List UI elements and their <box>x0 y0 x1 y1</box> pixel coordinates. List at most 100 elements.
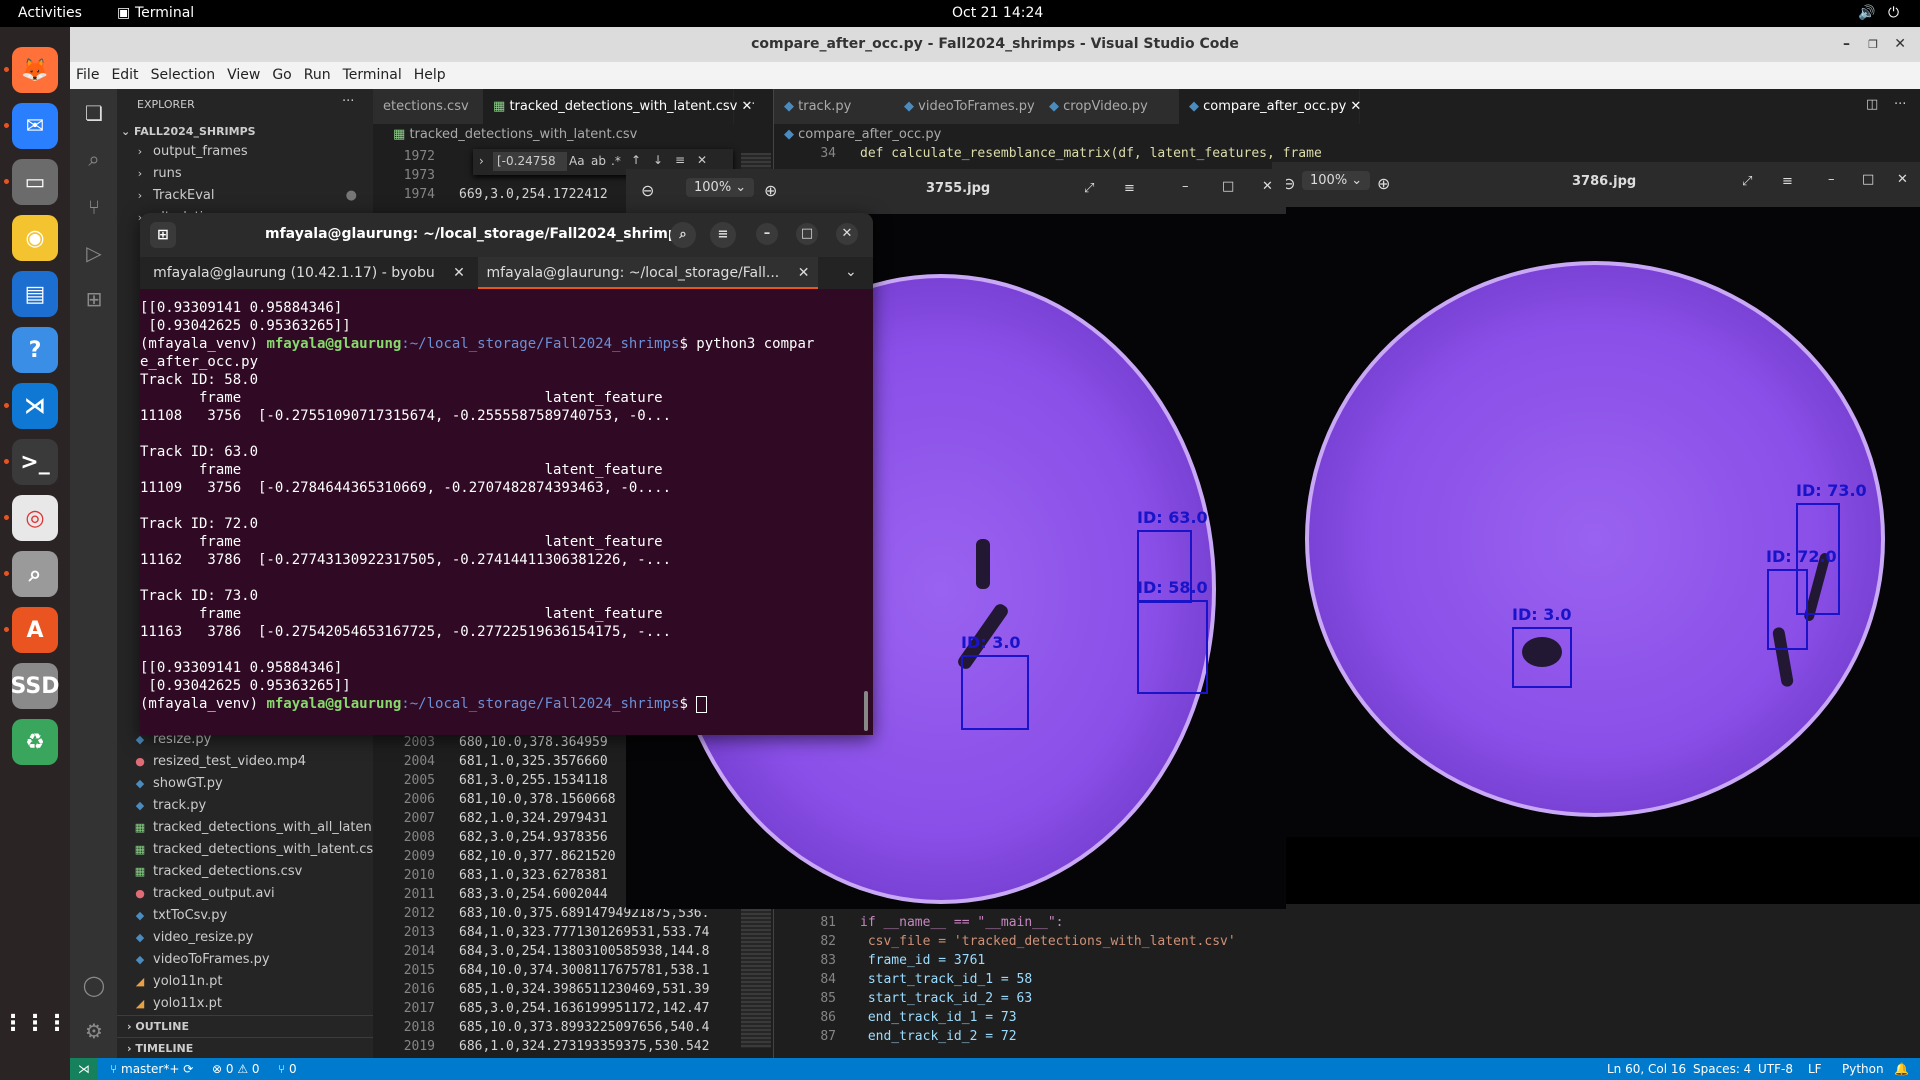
fullscreen-icon[interactable]: ⤢ <box>1084 181 1094 196</box>
explorer-icon[interactable]: ❏ <box>82 101 106 125</box>
file-item[interactable]: ▦ tracked_detections.csv <box>117 861 373 883</box>
zoom-in-icon[interactable]: ⊕ <box>1377 174 1390 193</box>
menu-icon[interactable]: ≡ <box>710 222 736 248</box>
app-grid-icon[interactable]: ⋮⋮⋮ <box>2 1000 68 1046</box>
close-tab-icon[interactable]: ✕ <box>453 265 465 281</box>
file-item[interactable]: ◆ track.py <box>117 795 373 817</box>
firefox-icon[interactable]: 🦊 <box>12 47 58 93</box>
power-icon[interactable]: ⏻ <box>1888 5 1899 21</box>
ubuntu-software-icon[interactable]: A <box>12 607 58 653</box>
scrollbar[interactable] <box>864 691 868 731</box>
folder-item[interactable]: › TrackEval ● <box>117 185 373 207</box>
clock[interactable]: Oct 21 14:24 <box>952 5 1043 21</box>
menu-icon[interactable]: ≡ <box>1782 174 1793 189</box>
terminal-icon[interactable]: >_ <box>12 439 58 485</box>
rhythmbox-icon[interactable]: ◉ <box>12 215 58 261</box>
account-icon[interactable]: ◯ <box>82 973 106 997</box>
writer-icon[interactable]: ▤ <box>12 271 58 317</box>
close-icon[interactable]: ✕ <box>836 223 858 245</box>
find-input[interactable]: [-0.24758 <box>493 152 567 171</box>
cursor-position[interactable]: Ln 60, Col 16 <box>1607 1058 1686 1080</box>
source-control-icon[interactable]: ⑂ <box>82 195 106 219</box>
file-item[interactable]: ● resized_test_video.mp4 <box>117 751 373 773</box>
terminal-tab-1[interactable]: mfayala@glaurung (10.42.1.17) - byobu ✕ <box>140 257 478 289</box>
previous-match-icon[interactable]: ↑ <box>631 153 641 167</box>
terminal-output[interactable]: [[0.93309141 0.95884346] [0.93042625 0.9… <box>140 299 860 735</box>
file-item[interactable]: ◆ video_resize.py <box>117 927 373 949</box>
file-item[interactable]: ◢ yolo11n.pt <box>117 971 373 993</box>
file-item[interactable]: ◆ videoToFrames.py <box>117 949 373 971</box>
volume-icon[interactable]: 🔊 <box>1858 5 1875 21</box>
activities-button[interactable]: Activities <box>18 5 82 21</box>
toggle-replace-icon[interactable]: › <box>479 154 484 168</box>
file-item[interactable]: ● tracked_output.avi <box>117 883 373 905</box>
file-item[interactable]: ◢ yolo11x.pt <box>117 993 373 1015</box>
search-icon[interactable]: ⌕ <box>670 222 696 248</box>
project-root[interactable]: ⌄ FALL2024_SHRIMPS <box>121 125 256 138</box>
whole-word-icon[interactable]: ab <box>591 154 606 168</box>
breadcrumb[interactable]: ◆ compare_after_occ.py <box>784 127 941 142</box>
minimize-icon[interactable]: – <box>1843 27 1850 62</box>
menu-selection[interactable]: Selection <box>151 62 216 89</box>
extensions-icon[interactable]: ⊞ <box>82 287 106 311</box>
tab-videotoframes-py[interactable]: ◆ videoToFrames.py <box>894 89 1040 124</box>
menu-go[interactable]: Go <box>272 62 291 89</box>
tab-tracked-detections-with-latent[interactable]: ▦ tracked_detections_with_latent.csv ✕ <box>483 89 752 124</box>
minimize-icon[interactable]: – <box>1828 172 1835 187</box>
focused-app-name[interactable]: Terminal <box>135 5 194 21</box>
ports-indicator[interactable]: ⑂ 0 <box>278 1058 297 1080</box>
fullscreen-icon[interactable]: ⤢ <box>1742 174 1752 189</box>
zoom-in-icon[interactable]: ⊕ <box>764 181 777 200</box>
menu-view[interactable]: View <box>227 62 260 89</box>
tab-detections-csv[interactable]: etections.csv <box>373 89 494 124</box>
maximize-icon[interactable]: □ <box>1222 179 1234 194</box>
new-tab-icon[interactable]: ⊞ <box>150 222 176 248</box>
disk-icon[interactable]: SSD <box>11 663 59 709</box>
run-debug-icon[interactable]: ▷ <box>82 241 106 265</box>
menu-run[interactable]: Run <box>304 62 331 89</box>
tabs-dropdown-icon[interactable]: ⌄ <box>845 264 857 280</box>
settings-gear-icon[interactable]: ⚙ <box>82 1019 106 1043</box>
help-icon[interactable]: ? <box>12 327 58 373</box>
close-icon[interactable]: ✕ <box>1894 27 1906 62</box>
outline-section[interactable]: › OUTLINE <box>117 1015 383 1038</box>
close-tab-icon[interactable]: ✕ <box>798 265 810 281</box>
menu-help[interactable]: Help <box>414 62 446 89</box>
branch-indicator[interactable]: ⑂ master*+ ⟳ <box>110 1058 193 1080</box>
thunderbird-icon[interactable]: ✉ <box>12 103 58 149</box>
remote-icon[interactable]: ⋊ <box>70 1058 98 1080</box>
menu-file[interactable]: File <box>76 62 99 89</box>
file-item[interactable]: ◆ showGT.py <box>117 773 373 795</box>
notifications-icon[interactable]: 🔔 <box>1894 1058 1909 1080</box>
more-actions-icon[interactable]: ··· <box>342 94 354 109</box>
vscode-icon[interactable]: ⋊ <box>12 383 58 429</box>
encoding[interactable]: UTF-8 <box>1758 1058 1793 1080</box>
more-tabs-icon[interactable]: ··· <box>743 97 755 112</box>
maximize-icon[interactable]: □ <box>1862 172 1874 187</box>
tab-cropvideo-py[interactable]: ◆ cropVideo.py <box>1039 89 1180 124</box>
problems-indicator[interactable]: ⊗ 0 ⚠ 0 <box>212 1058 260 1080</box>
terminal-app-icon[interactable]: ▣ <box>117 5 130 21</box>
timeline-section[interactable]: › TIMELINE <box>117 1037 383 1060</box>
menu-edit[interactable]: Edit <box>111 62 138 89</box>
search-icon[interactable]: ⌕ <box>82 147 106 171</box>
folder-item[interactable]: › runs <box>117 163 373 185</box>
files-icon[interactable]: ▭ <box>12 159 58 205</box>
image-viewer-icon[interactable]: ⌕ <box>12 551 58 597</box>
regex-icon[interactable]: .* <box>611 154 621 168</box>
zoom-out-icon[interactable]: ⊖ <box>641 181 654 200</box>
match-case-icon[interactable]: Aa <box>569 154 585 168</box>
language-mode[interactable]: Python <box>1842 1058 1884 1080</box>
close-icon[interactable]: ✕ <box>1897 172 1908 187</box>
folder-item[interactable]: › output_frames <box>117 141 373 163</box>
zoom-level[interactable]: 100% ⌄ <box>1302 171 1371 190</box>
find-in-selection-icon[interactable]: ≡ <box>675 153 685 167</box>
minimize-icon[interactable]: – <box>756 223 778 245</box>
tab-compare_after_occ-py[interactable]: ◆ compare_after_occ.py ✕ <box>1179 89 1361 124</box>
indentation[interactable]: Spaces: 4 <box>1693 1058 1751 1080</box>
file-item[interactable]: ◆ txtToCsv.py <box>117 905 373 927</box>
trash-icon[interactable]: ♻ <box>12 719 58 765</box>
restore-icon[interactable]: ❐ <box>1868 27 1878 62</box>
end-of-line[interactable]: LF <box>1808 1058 1822 1080</box>
zoom-level[interactable]: 100% ⌄ <box>686 178 755 197</box>
